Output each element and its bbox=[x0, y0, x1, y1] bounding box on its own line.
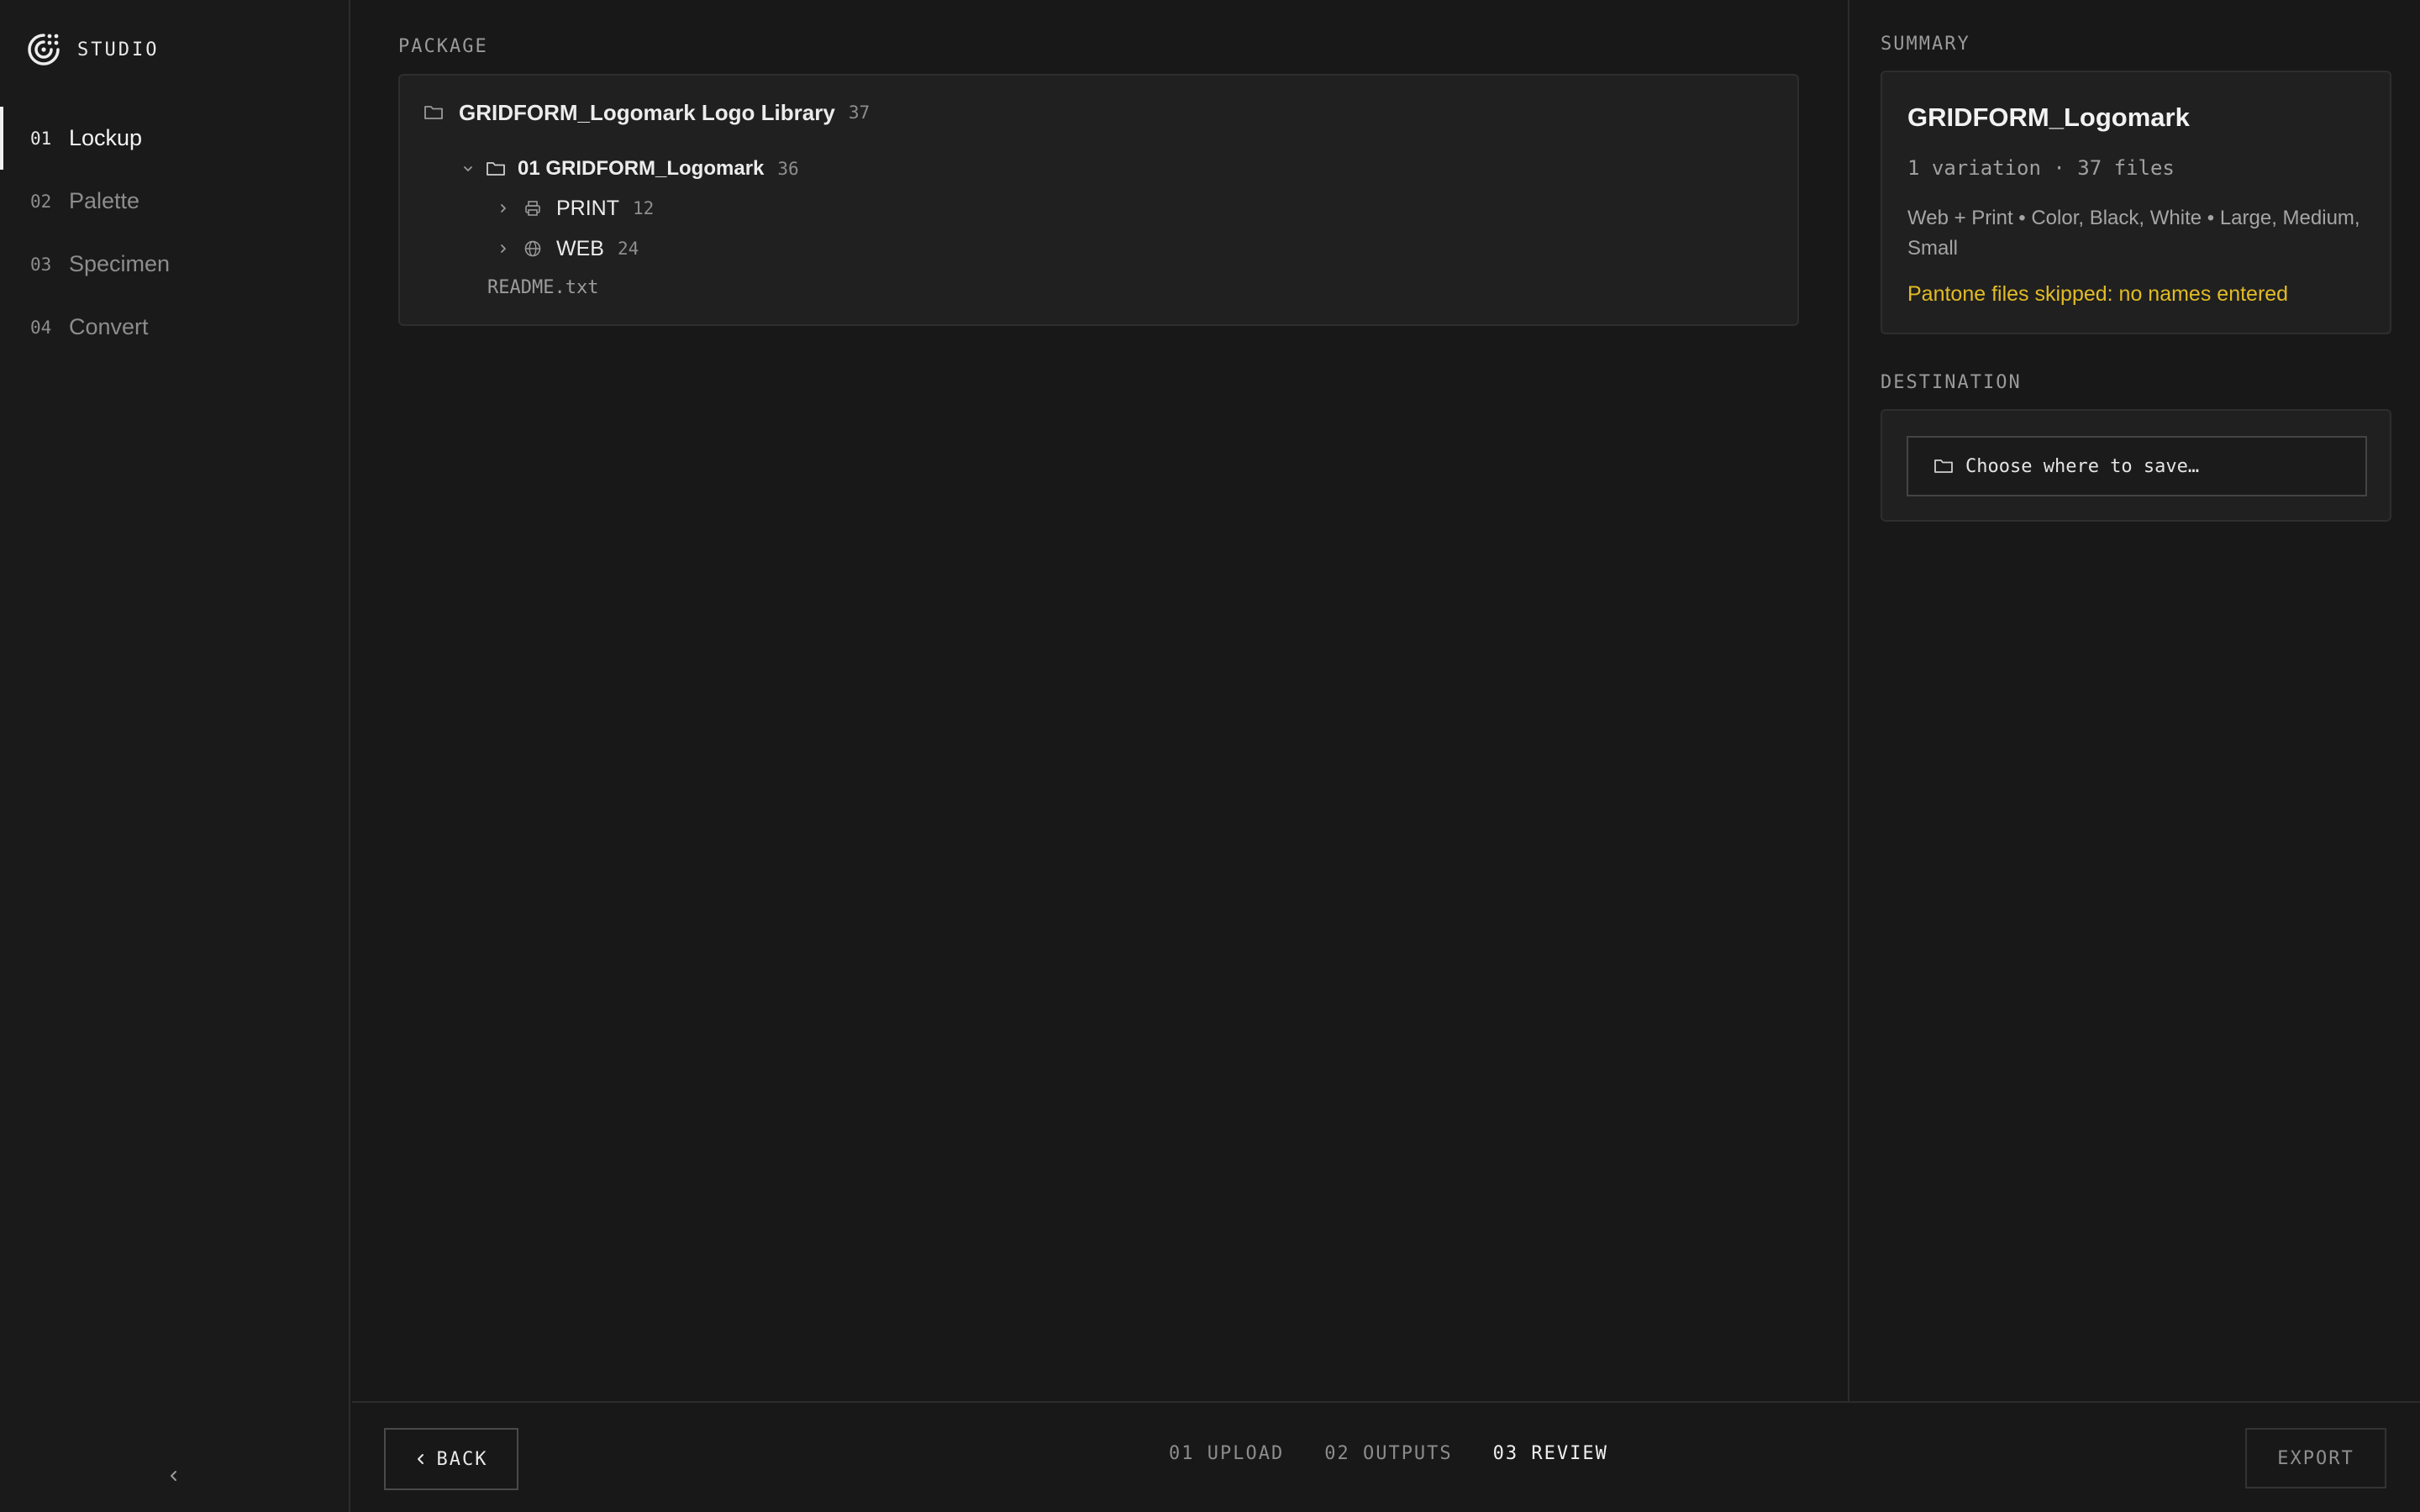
step-review[interactable]: 03 REVIEW bbox=[1493, 1443, 1608, 1464]
summary-card: GRIDFORM_Logomark 1 variation · 37 files… bbox=[1881, 71, 2391, 334]
sidebar-item-palette[interactable]: 02 Palette bbox=[0, 170, 349, 233]
sidebar-item-number: 02 bbox=[30, 191, 52, 212]
summary-description: Web + Print • Color, Black, White • Larg… bbox=[1907, 207, 2360, 260]
tree-print-count: 12 bbox=[633, 198, 655, 218]
tree-readme-name: README.txt bbox=[487, 276, 599, 298]
tree-web-name: WEB bbox=[556, 236, 604, 260]
sidebar-item-label: Specimen bbox=[69, 251, 171, 276]
tree-root-count: 37 bbox=[848, 102, 871, 123]
package-tree: GRIDFORM_Logomark Logo Library 37 01 GRI… bbox=[398, 74, 1799, 326]
package-section-label: PACKAGE bbox=[398, 36, 488, 57]
summary-meta: 1 variation · 37 files bbox=[1907, 156, 2175, 180]
choose-destination-button[interactable]: Choose where to save… bbox=[1907, 436, 2367, 496]
sidebar-item-label: Convert bbox=[69, 314, 149, 339]
step-outputs[interactable]: 02 OUTPUTS bbox=[1324, 1443, 1452, 1464]
folder-icon bbox=[422, 101, 445, 124]
brand-name: STUDIO bbox=[77, 39, 160, 60]
export-button[interactable]: EXPORT bbox=[2245, 1428, 2386, 1488]
choose-destination-label: Choose where to save… bbox=[1965, 455, 2200, 477]
wizard-steps: 01 UPLOAD 02 OUTPUTS 03 REVIEW bbox=[1169, 1443, 1649, 1464]
tree-variation-count: 36 bbox=[777, 159, 799, 179]
tree-web-row[interactable]: WEB 24 bbox=[492, 232, 639, 265]
right-panel: SUMMARY GRIDFORM_Logomark 1 variation · … bbox=[1848, 0, 2420, 1401]
tree-web-count: 24 bbox=[617, 239, 639, 259]
printer-icon bbox=[521, 197, 544, 220]
sidebar-item-convert[interactable]: 04 Convert bbox=[0, 296, 349, 359]
brand[interactable]: STUDIO bbox=[25, 30, 159, 69]
chevron-right-icon[interactable] bbox=[492, 197, 514, 219]
tree-print-name: PRINT bbox=[556, 196, 619, 220]
tree-print-row[interactable]: PRINT 12 bbox=[492, 192, 654, 225]
back-button-label: BACK bbox=[436, 1448, 488, 1470]
footer-bar: BACK 01 UPLOAD 02 OUTPUTS 03 REVIEW EXPO… bbox=[352, 1401, 2420, 1512]
sidebar-item-lockup[interactable]: 01 Lockup bbox=[0, 107, 349, 170]
step-upload[interactable]: 01 UPLOAD bbox=[1169, 1443, 1284, 1464]
sidebar-item-specimen[interactable]: 03 Specimen bbox=[0, 233, 349, 296]
folder-icon bbox=[484, 157, 508, 181]
tree-readme-row[interactable]: README.txt bbox=[487, 270, 598, 304]
summary-title: GRIDFORM_Logomark bbox=[1907, 102, 2190, 132]
sidebar-item-number: 03 bbox=[30, 254, 52, 275]
chevron-left-icon bbox=[171, 1471, 176, 1481]
folder-icon bbox=[1934, 459, 1953, 473]
sidebar-item-number: 04 bbox=[30, 317, 52, 338]
collapse-sidebar-button[interactable] bbox=[160, 1462, 188, 1490]
destination-section-label: DESTINATION bbox=[1881, 372, 2022, 393]
export-button-label: EXPORT bbox=[2277, 1447, 2354, 1469]
tree-variation-name: 01 GRIDFORM_Logomark bbox=[518, 157, 765, 180]
globe-icon bbox=[521, 237, 544, 260]
main-content: PACKAGE GRIDFORM_Logomark Logo Library 3… bbox=[352, 0, 1848, 1401]
chevron-down-icon[interactable] bbox=[457, 158, 479, 180]
sidebar-item-label: Palette bbox=[69, 188, 140, 213]
sidebar-item-label: Lockup bbox=[69, 125, 143, 150]
sidebar: STUDIO 01 Lockup 02 Palette 03 Specimen … bbox=[0, 0, 350, 1512]
chevron-right-icon[interactable] bbox=[492, 238, 514, 260]
destination-card: Choose where to save… bbox=[1881, 409, 2391, 522]
tree-variation-row[interactable]: 01 GRIDFORM_Logomark 36 bbox=[457, 152, 799, 186]
summary-section-label: SUMMARY bbox=[1881, 34, 1970, 55]
tree-root-row[interactable]: GRIDFORM_Logomark Logo Library 37 bbox=[422, 96, 870, 129]
gridform-logo-icon bbox=[28, 34, 60, 66]
sidebar-item-number: 01 bbox=[30, 128, 52, 149]
summary-warning: Pantone files skipped: no names entered bbox=[1907, 282, 2289, 306]
back-button[interactable]: BACK bbox=[384, 1428, 518, 1490]
chevron-left-icon bbox=[417, 1454, 424, 1464]
sidebar-nav: 01 Lockup 02 Palette 03 Specimen 04 Conv… bbox=[0, 107, 349, 359]
tree-root-name: GRIDFORM_Logomark Logo Library bbox=[459, 99, 835, 125]
